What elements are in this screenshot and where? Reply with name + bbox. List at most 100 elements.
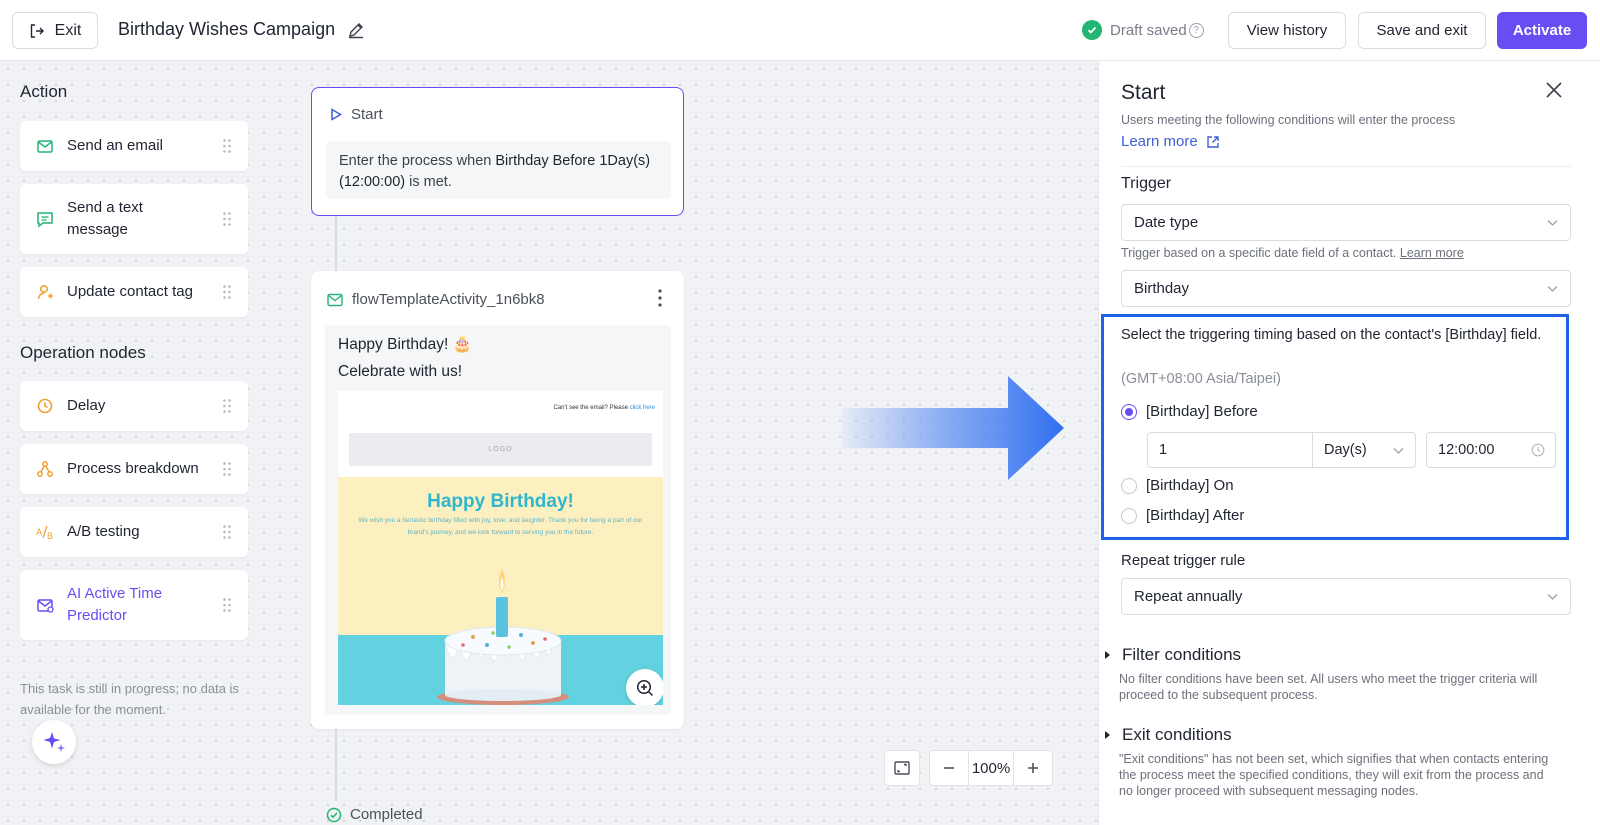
filter-conditions-toggle[interactable]: Filter conditions <box>1105 645 1241 665</box>
cant-see-text: Can't see the email? Please <box>553 405 628 411</box>
condition-suffix: is met. <box>409 174 452 190</box>
email-node-header: flowTemplateActivity_1n6bk8 <box>327 291 545 308</box>
repeat-rule-select[interactable]: Repeat annually <box>1121 578 1571 615</box>
panel-title: Start <box>1121 81 1166 104</box>
zoom-out-button[interactable] <box>930 751 968 785</box>
drag-handle-icon[interactable] <box>222 597 232 613</box>
time-picker[interactable]: 12:00:00 <box>1426 432 1556 468</box>
email-preview: Can't see the email? Please click here L… <box>338 391 663 705</box>
save-and-exit-button[interactable]: Save and exit <box>1358 12 1486 49</box>
trigger-timing-section: Select the triggering timing based on th… <box>1101 314 1569 540</box>
panel-subtitle: Users meeting the following conditions w… <box>1121 113 1456 127</box>
view-history-button[interactable]: View history <box>1228 12 1346 49</box>
email-content-card: Happy Birthday! 🎂 Celebrate with us! Can… <box>325 325 671 715</box>
palette-item-delay[interactable]: Delay <box>20 381 248 431</box>
sparkle-icon <box>43 732 65 752</box>
drag-handle-icon[interactable] <box>222 524 232 540</box>
offset-value: 1 <box>1159 442 1168 458</box>
palette-item-update-tag[interactable]: Update contact tag <box>20 267 248 317</box>
logo-placeholder: LOGO <box>349 433 652 466</box>
palette-item-label: Process breakdown <box>67 460 199 477</box>
clock-icon <box>37 398 53 414</box>
exit-label: Exit <box>54 21 82 39</box>
ai-assistant-button[interactable] <box>32 720 76 764</box>
timezone-label: (GMT+08:00 Asia/Taipei) <box>1121 371 1281 387</box>
trigger-hint-text: Trigger based on a specific date field o… <box>1121 246 1397 260</box>
branch-icon <box>37 461 53 477</box>
exit-button[interactable]: Exit <box>12 12 98 49</box>
drag-handle-icon[interactable] <box>222 138 232 154</box>
caret-right-icon <box>1105 651 1110 659</box>
preview-cant-see: Can't see the email? Please click here <box>553 405 655 411</box>
radio-button[interactable] <box>1121 507 1137 524</box>
palette-item-send-text[interactable]: Send a text message <box>20 184 248 254</box>
trigger-type-select[interactable]: Date type <box>1121 204 1571 241</box>
radio-after[interactable]: [Birthday] After <box>1121 507 1244 524</box>
help-icon[interactable]: ? <box>1188 22 1204 38</box>
start-node[interactable]: Start Enter the process when Birthday Be… <box>311 87 684 216</box>
email-node[interactable]: flowTemplateActivity_1n6bk8 Happy Birthd… <box>311 271 684 729</box>
fit-view-button[interactable] <box>884 750 920 786</box>
connector-line <box>335 729 337 801</box>
check-circle-icon <box>1082 20 1102 40</box>
trigger-hint-learn-more-link[interactable]: Learn more <box>1400 246 1464 260</box>
click-here-link: click here <box>629 405 655 411</box>
radio-on[interactable]: [Birthday] On <box>1121 477 1234 494</box>
repeat-rule-label: Repeat trigger rule <box>1121 552 1246 569</box>
trigger-hint: Trigger based on a specific date field o… <box>1121 246 1464 260</box>
preview-headline: Happy Birthday! <box>427 491 574 512</box>
close-icon[interactable] <box>1545 81 1563 99</box>
user-tag-icon <box>37 284 53 300</box>
exit-conditions-description: "Exit conditions" has not been set, whic… <box>1119 752 1549 798</box>
message-icon <box>37 212 53 228</box>
offset-value-input[interactable]: 1 <box>1147 432 1313 468</box>
drag-handle-icon[interactable] <box>222 461 232 477</box>
zoom-in-icon <box>636 679 654 697</box>
drag-handle-icon[interactable] <box>222 284 232 300</box>
radio-before[interactable]: [Birthday] Before <box>1121 403 1258 420</box>
palette-item-label: Send a text message <box>67 199 143 238</box>
radio-after-label: [Birthday] After <box>1146 507 1245 524</box>
zoom-preview-button[interactable] <box>626 669 663 705</box>
learn-more-link[interactable]: Learn more <box>1121 133 1220 150</box>
more-vertical-icon[interactable] <box>658 289 662 307</box>
palette-item-ai-predictor[interactable]: AI Active Time Predictor <box>20 570 248 640</box>
trigger-type-value: Date type <box>1134 214 1199 231</box>
palette-item-label: Send an email <box>67 137 163 154</box>
palette-item-send-email[interactable]: Send an email <box>20 121 248 171</box>
ai-predictor-icon <box>37 599 54 613</box>
date-field-select[interactable]: Birthday <box>1121 270 1571 307</box>
palette-item-ab-testing[interactable]: AB A/B testing <box>20 507 248 557</box>
edit-pencil-icon[interactable] <box>346 20 366 40</box>
drag-handle-icon[interactable] <box>222 398 232 414</box>
palette-item-label: Update contact tag <box>67 283 193 300</box>
caret-right-icon <box>1105 731 1110 739</box>
action-section-title: Action <box>20 82 68 101</box>
email-subject: Happy Birthday! 🎂 <box>338 336 472 353</box>
plus-icon <box>1028 763 1038 773</box>
svg-text:B: B <box>47 531 53 541</box>
radio-button-selected[interactable] <box>1121 403 1137 420</box>
exit-conditions-title: Exit conditions <box>1122 725 1232 744</box>
birthday-cake-image <box>437 569 569 705</box>
activate-button[interactable]: Activate <box>1497 12 1587 49</box>
filter-conditions-title: Filter conditions <box>1122 645 1242 664</box>
divider <box>1121 166 1571 167</box>
play-icon <box>331 108 342 121</box>
palette-item-process-breakdown[interactable]: Process breakdown <box>20 444 248 494</box>
drag-handle-icon[interactable] <box>222 211 232 227</box>
repeat-rule-value: Repeat annually <box>1134 588 1243 605</box>
mail-icon <box>37 140 53 153</box>
email-preheader: Celebrate with us! <box>338 363 463 380</box>
radio-button[interactable] <box>1121 477 1137 494</box>
start-settings-panel: Start Users meeting the following condit… <box>1098 61 1600 825</box>
offset-unit-select[interactable]: Day(s) <box>1313 432 1416 468</box>
minus-icon <box>944 767 954 769</box>
svg-text:A: A <box>36 527 42 537</box>
date-field-value: Birthday <box>1134 280 1190 297</box>
palette-item-label: AI Active Time Predictor <box>67 585 163 624</box>
zoom-in-button[interactable] <box>1014 751 1052 785</box>
radio-before-label: [Birthday] Before <box>1146 403 1258 420</box>
exit-conditions-toggle[interactable]: Exit conditions <box>1105 725 1232 745</box>
palette-item-label: A/B testing <box>67 523 140 540</box>
